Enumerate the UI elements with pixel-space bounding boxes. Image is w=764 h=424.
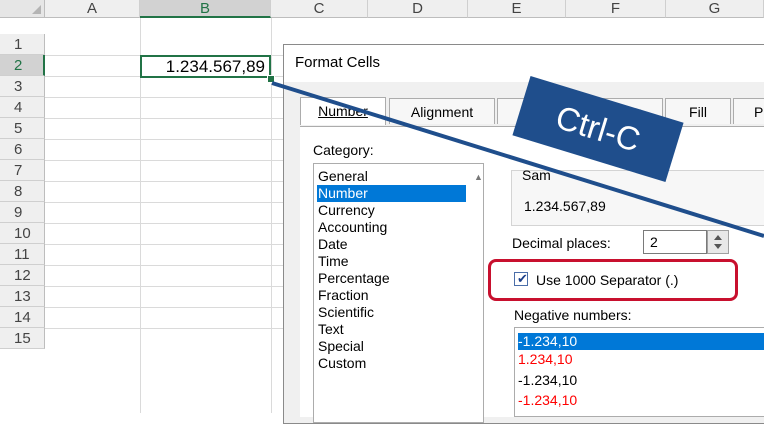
annotation-arrow <box>271 81 764 238</box>
arrow-line <box>271 81 764 238</box>
